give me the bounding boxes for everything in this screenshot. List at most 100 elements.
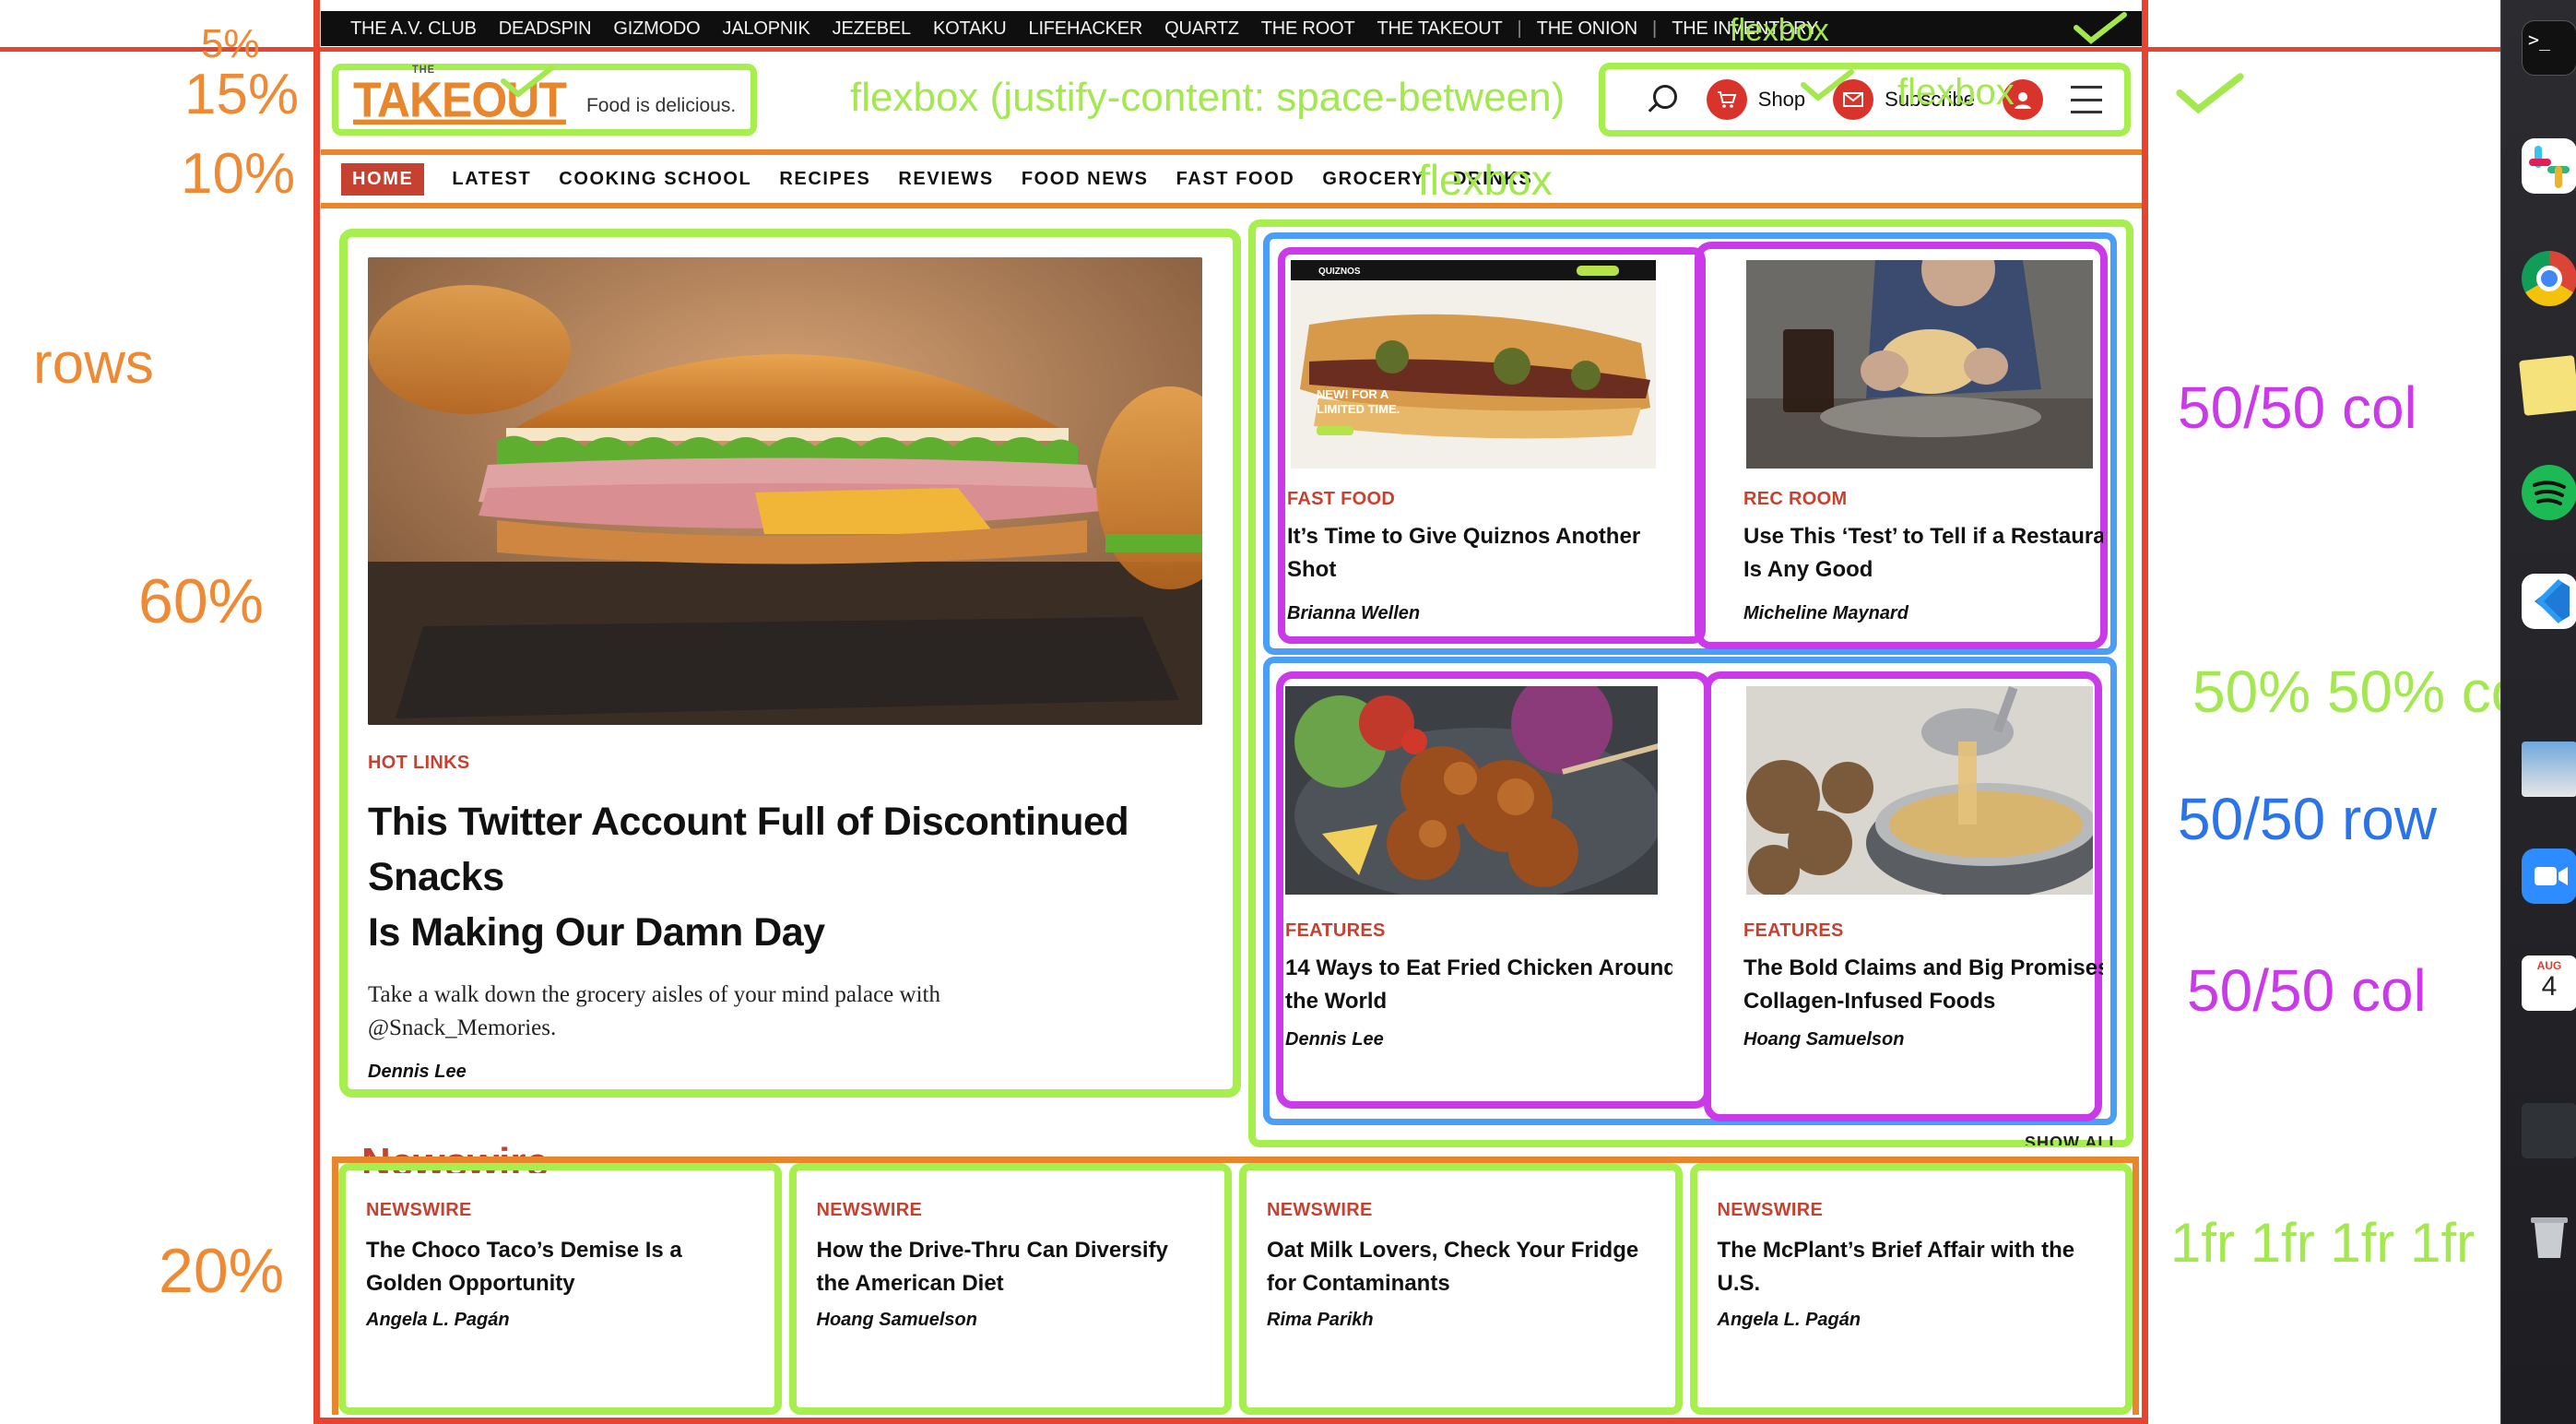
story-headline-line1: The Bold Claims and Big Promises of <box>1743 955 2103 980</box>
story-kicker[interactable]: FAST FOOD <box>1287 489 1395 510</box>
annotation-60-percent: 60% <box>138 566 265 636</box>
shop-button[interactable]: Shop <box>1706 79 1805 120</box>
network-link-quartz[interactable]: QUARTZ <box>1153 18 1250 40</box>
site-tagline: Food is delicious. <box>585 95 737 116</box>
network-link-the-onion[interactable]: THE ONION <box>1526 18 1648 40</box>
story-headline[interactable]: The Bold Claims and Big Promises of Coll… <box>1743 952 2103 1018</box>
newswire-grid: NEWSWIRE The Choco Taco’s Demise Is a Go… <box>332 1157 2139 1415</box>
network-bar: THE A.V. CLUB DEADSPIN GIZMODO JALOPNIK … <box>321 11 2142 46</box>
vscode-icon[interactable] <box>2522 574 2576 629</box>
network-link-jezebel[interactable]: JEZEBEL <box>821 18 922 40</box>
story-image-restaurant-test[interactable] <box>1746 260 2093 469</box>
story-headline-line1: 14 Ways to Eat Fried Chicken Around <box>1285 955 1672 980</box>
nav-item-grocery[interactable]: GROCERY <box>1322 169 1425 190</box>
newswire-headline[interactable]: Oat Milk Lovers, Check Your Fridge for C… <box>1267 1234 1655 1300</box>
terminal-icon[interactable]: >_ <box>2522 20 2576 76</box>
network-link-the-takeout[interactable]: THE TAKEOUT <box>1366 18 1514 40</box>
search-icon[interactable] <box>1642 81 1679 118</box>
newswire-card[interactable]: NEWSWIRE How the Drive-Thru Can Diversif… <box>788 1163 1232 1415</box>
story-image-quiznos[interactable]: QUIZNOS NEW! FOR A LIMITED TIME. <box>1291 260 1656 469</box>
feature-kicker[interactable]: HOT LINKS <box>368 753 1212 774</box>
story-kicker[interactable]: FEATURES <box>1743 920 1844 942</box>
network-link-lifehacker[interactable]: LIFEHACKER <box>1018 18 1154 40</box>
trash-icon[interactable] <box>2522 1208 2576 1264</box>
feature-image-sandwich[interactable] <box>368 257 1202 725</box>
newswire-headline[interactable]: How the Drive-Thru Can Diversify the Ame… <box>817 1234 1205 1300</box>
feature-article[interactable]: HOT LINKS This Twitter Account Full of D… <box>339 229 1241 1098</box>
newswire-card[interactable]: NEWSWIRE Oat Milk Lovers, Check Your Fri… <box>1239 1163 1683 1415</box>
network-link-kotaku[interactable]: KOTAKU <box>922 18 1018 40</box>
newswire-byline[interactable]: Angela L. Pagán <box>1718 1310 2106 1331</box>
network-link-deadspin[interactable]: DEADSPIN <box>488 18 603 40</box>
story-image-fried-chicken[interactable] <box>1285 686 1658 895</box>
story-headline-line2: Collagen-Infused Foods <box>1743 989 1996 1014</box>
annotation-50-50-col-bottom: 50/50 col <box>2187 957 2427 1024</box>
newswire-card[interactable]: NEWSWIRE The McPlant’s Brief Affair with… <box>1689 1163 2133 1415</box>
newswire-card[interactable]: NEWSWIRE The Choco Taco’s Demise Is a Go… <box>338 1163 782 1415</box>
story-headline-line2: Shot <box>1287 557 1337 582</box>
newswire-byline[interactable]: Angela L. Pagán <box>366 1310 754 1331</box>
story-byline[interactable]: Micheline Maynard <box>1743 603 1908 624</box>
zoom-icon[interactable] <box>2522 848 2576 904</box>
story-byline[interactable]: Hoang Samuelson <box>1743 1029 1904 1050</box>
downloads-stack-icon[interactable] <box>2522 1103 2576 1158</box>
feature-headline[interactable]: This Twitter Account Full of Discontinue… <box>368 794 1212 960</box>
newswire-kicker[interactable]: NEWSWIRE <box>817 1200 1205 1221</box>
newswire-headline[interactable]: The McPlant’s Brief Affair with the U.S. <box>1718 1234 2106 1300</box>
network-link-the-root[interactable]: THE ROOT <box>1250 18 1366 40</box>
calendar-day: 4 <box>2541 971 2558 1002</box>
feature-dek-line2: @Snack_Memories. <box>368 1015 557 1040</box>
show-all-link[interactable]: SHOW ALL <box>2025 1131 2120 1145</box>
newswire-headline-line1: Oat Milk Lovers, Check Your Fridge <box>1267 1238 1639 1263</box>
story-headline[interactable]: Use This ‘Test’ to Tell if a Restaurant … <box>1743 520 2103 587</box>
story-byline[interactable]: Brianna Wellen <box>1287 603 1420 624</box>
photos-icon[interactable] <box>2522 742 2576 797</box>
story-headline[interactable]: It’s Time to Give Quiznos Another Shot <box>1287 520 1647 587</box>
newswire-headline-line2: the American Diet <box>816 1271 1004 1296</box>
newswire-kicker[interactable]: NEWSWIRE <box>1267 1200 1655 1221</box>
newswire-kicker[interactable]: NEWSWIRE <box>1718 1200 2106 1221</box>
hamburger-menu-icon[interactable] <box>2071 86 2102 113</box>
story-headline[interactable]: 14 Ways to Eat Fried Chicken Around the … <box>1285 952 1672 1018</box>
checkmark-icon <box>2176 73 2244 114</box>
annotation-5-percent: 5% <box>201 21 260 66</box>
nav-item-cooking-school[interactable]: COOKING SCHOOL <box>559 169 751 190</box>
newswire-byline[interactable]: Hoang Samuelson <box>817 1310 1205 1331</box>
story-image-collagen-broth[interactable] <box>1746 686 2093 895</box>
annotation-rows: rows <box>33 332 154 396</box>
nav-item-reviews[interactable]: REVIEWS <box>898 169 993 190</box>
annotation-flexbox-nav: flexbox <box>1418 156 1553 204</box>
newswire-headline[interactable]: The Choco Taco’s Demise Is a Golden Oppo… <box>366 1234 754 1300</box>
story-kicker[interactable]: REC ROOM <box>1743 489 1847 510</box>
newswire-kicker[interactable]: NEWSWIRE <box>366 1200 754 1221</box>
network-link-gizmodo[interactable]: GIZMODO <box>602 18 711 40</box>
annotation-50-50-col-top: 50/50 col <box>2178 374 2417 441</box>
stickies-icon[interactable] <box>2519 355 2576 416</box>
story-byline[interactable]: Dennis Lee <box>1285 1029 1384 1050</box>
quiznos-brand-text: QUIZNOS <box>1318 267 1361 277</box>
calendar-icon[interactable]: AUG 4 <box>2522 955 2576 1011</box>
newswire-headline-line1: How the Drive-Thru Can Diversify <box>816 1238 1168 1263</box>
story-kicker[interactable]: FEATURES <box>1285 920 1386 942</box>
story-headline-line2: Is Any Good <box>1743 557 1873 582</box>
feature-headline-line1: This Twitter Account Full of Discontinue… <box>368 800 1129 899</box>
network-link-av-club[interactable]: THE A.V. CLUB <box>339 18 488 40</box>
network-separator: | <box>1652 18 1658 39</box>
nav-item-recipes[interactable]: RECIPES <box>779 169 870 190</box>
nav-item-home[interactable]: HOME <box>341 162 425 196</box>
nav-item-fast-food[interactable]: FAST FOOD <box>1176 169 1295 190</box>
chrome-icon[interactable] <box>2522 251 2576 306</box>
network-link-jalopnik[interactable]: JALOPNIK <box>712 18 821 40</box>
story-headline-line1: Use This ‘Test’ to Tell if a Restaurant <box>1743 524 2103 549</box>
annotation-flexbox-header: flexbox (justify-content: space-between) <box>850 75 1566 120</box>
header-actions: Shop Subscribe <box>1598 63 2131 136</box>
annotation-20-percent: 20% <box>159 1236 285 1306</box>
spotify-icon[interactable] <box>2522 465 2576 520</box>
nav-item-latest[interactable]: LATEST <box>452 169 531 190</box>
feature-byline[interactable]: Dennis Lee <box>368 1062 1212 1083</box>
section-nav: HOME LATEST COOKING SCHOOL RECIPES REVIE… <box>321 149 2142 208</box>
nav-item-food-news[interactable]: FOOD NEWS <box>1022 169 1149 190</box>
slack-icon[interactable] <box>2522 138 2576 194</box>
newswire-byline[interactable]: Rima Parikh <box>1267 1310 1655 1331</box>
annotation-flexbox-actions: flexbox <box>1897 72 2015 113</box>
